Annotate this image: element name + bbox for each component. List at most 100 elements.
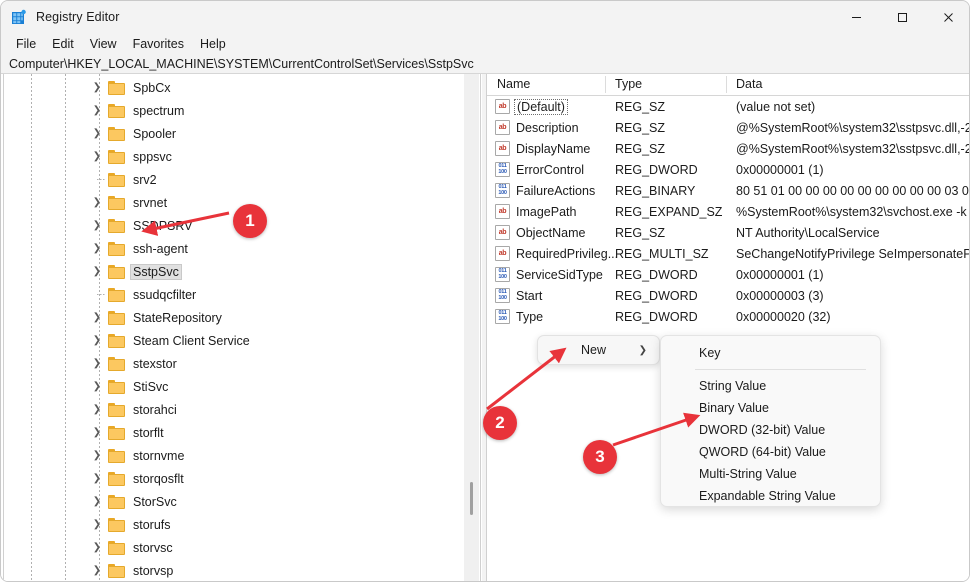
submenu-item[interactable]: Multi-String Value (665, 463, 876, 485)
close-button[interactable] (925, 1, 969, 33)
chevron-right-icon[interactable]: ❯ (90, 219, 104, 233)
registry-value-row[interactable]: ab ImagePath REG_EXPAND_SZ %SystemRoot%\sys… (487, 201, 969, 222)
chevron-right-icon[interactable]: ❯ (90, 81, 104, 95)
chevron-right-icon[interactable]: ❯ (90, 196, 104, 210)
value-type: REG_BINARY (615, 183, 696, 198)
chevron-right-icon[interactable]: ❯ (90, 518, 104, 532)
submenu-item[interactable]: Expandable String Value (665, 485, 876, 507)
registry-value-row[interactable]: ab ObjectName REG_SZ NT Authority\LocalServ… (487, 222, 969, 243)
registry-value-row[interactable]: ab RequiredPrivileg... REG_MULTI_SZ SeChang… (487, 243, 969, 264)
address-bar[interactable]: Computer\HKEY_LOCAL_MACHINE\SYSTEM\Curre… (1, 55, 969, 74)
tree-node[interactable]: ❯ StorSvc (4, 490, 480, 513)
context-menu-new[interactable]: New ❯ (537, 335, 660, 365)
value-name: ErrorControl (516, 162, 585, 177)
chevron-right-icon[interactable]: ❯ (90, 357, 104, 371)
tree-node[interactable]: ❯ Spooler (4, 122, 480, 145)
value-type: REG_SZ (615, 120, 666, 135)
column-header-name[interactable]: Name (497, 77, 530, 91)
tree-node-label: Spooler (133, 126, 177, 141)
chevron-right-icon[interactable]: ❯ (90, 127, 104, 141)
registry-value-row[interactable]: ab (Default) REG_SZ (value not set) (487, 96, 969, 117)
column-header-type[interactable]: Type (615, 77, 642, 91)
tree-scrollbar-thumb[interactable] (470, 482, 473, 515)
chevron-right-icon[interactable]: ❯ (90, 311, 104, 325)
registry-value-row[interactable]: 011 100 FailureActions REG_BINARY 80 51 01 0… (487, 180, 969, 201)
tree-node-label: StiSvc (133, 379, 169, 394)
registry-value-row[interactable]: 011 100 ServiceSidType REG_DWORD 0x00000001 … (487, 264, 969, 285)
tree-node[interactable]: ❯ SSDPSRV (4, 214, 480, 237)
menu-view[interactable]: View (82, 35, 125, 53)
value-type: REG_DWORD (615, 288, 698, 303)
chevron-right-icon[interactable]: ❯ (90, 495, 104, 509)
chevron-right-icon[interactable]: ❯ (90, 380, 104, 394)
chevron-right-icon[interactable]: ❯ (90, 265, 104, 279)
tree-node[interactable]: ❯ storvsc (4, 536, 480, 559)
value-type: REG_SZ (615, 225, 666, 240)
tree-node[interactable]: ❯ storahci (4, 398, 480, 421)
menu-favorites[interactable]: Favorites (125, 35, 192, 53)
column-header-data[interactable]: Data (736, 77, 762, 91)
string-value-icon: ab (495, 225, 510, 240)
menu-edit[interactable]: Edit (44, 35, 82, 53)
value-data: 0x00000003 (3) (736, 288, 824, 303)
registry-value-row[interactable]: ab Description REG_SZ @%SystemRoot%\system3… (487, 117, 969, 138)
tree-node[interactable]: ❯ spectrum (4, 99, 480, 122)
tree-node[interactable]: ❯ SstpSvc (4, 260, 480, 283)
registry-value-row[interactable]: ab DisplayName REG_SZ @%SystemRoot%\system3… (487, 138, 969, 159)
chevron-right-icon[interactable]: ❯ (90, 472, 104, 486)
value-data: 0x00000020 (32) (736, 309, 831, 324)
chevron-right-icon[interactable]: ❯ (90, 426, 104, 440)
tree-node[interactable]: ❯ StiSvc (4, 375, 480, 398)
tree-node[interactable]: ❯ storflt (4, 421, 480, 444)
callout-badge-2: 2 (483, 406, 517, 440)
folder-icon (108, 310, 125, 325)
submenu-item[interactable]: Binary Value (665, 397, 876, 419)
tree-node[interactable]: ❯ SpbCx (4, 76, 480, 99)
maximize-button[interactable] (879, 1, 925, 33)
folder-icon (108, 425, 125, 440)
submenu-item[interactable]: DWORD (32-bit) Value (665, 419, 876, 441)
submenu-item[interactable]: QWORD (64-bit) Value (665, 441, 876, 463)
callout-badge-3: 3 (583, 440, 617, 474)
tree-node-label: storufs (133, 517, 171, 532)
chevron-right-icon[interactable]: ❯ (90, 334, 104, 348)
submenu-item[interactable]: Key (665, 342, 876, 364)
registry-editor-window: Registry Editor File Edit View Favorites… (0, 0, 970, 582)
chevron-right-icon[interactable]: ❯ (90, 449, 104, 463)
tree-node[interactable]: ❯ srvnet (4, 191, 480, 214)
tree-node[interactable]: srv2 (4, 168, 480, 191)
column-divider-type-data[interactable] (726, 76, 727, 93)
chevron-right-icon[interactable]: ❯ (90, 403, 104, 417)
registry-value-row[interactable]: 011 100 Type REG_DWORD 0x00000020 (32) (487, 306, 969, 327)
tree-node-label: srv2 (133, 172, 157, 187)
tree-node[interactable]: ssudqcfilter (4, 283, 480, 306)
submenu-item[interactable]: String Value (665, 375, 876, 397)
chevron-right-icon[interactable]: ❯ (90, 564, 104, 578)
chevron-right-icon[interactable]: ❯ (90, 150, 104, 164)
registry-value-row[interactable]: 011 100 ErrorControl REG_DWORD 0x00000001 (1… (487, 159, 969, 180)
folder-icon (108, 218, 125, 233)
value-type: REG_DWORD (615, 162, 698, 177)
tree-scrollbar[interactable] (464, 74, 479, 581)
tree-node[interactable]: ❯ storufs (4, 513, 480, 536)
tree-node[interactable]: ❯ sppsvc (4, 145, 480, 168)
tree-node[interactable]: ❯ stornvme (4, 444, 480, 467)
value-name: ImagePath (516, 204, 577, 219)
menu-file[interactable]: File (8, 35, 44, 53)
tree-node[interactable]: ❯ ssh-agent (4, 237, 480, 260)
tree-node[interactable]: ❯ StateRepository (4, 306, 480, 329)
tree-node-label: storflt (133, 425, 164, 440)
minimize-button[interactable] (833, 1, 879, 33)
tree-node[interactable]: ❯ storqosflt (4, 467, 480, 490)
tree-node[interactable]: ❯ storvsp (4, 559, 480, 581)
value-data: 80 51 01 00 00 00 00 00 00 00 00 00 03 0… (736, 183, 969, 198)
column-divider-name-type[interactable] (605, 76, 606, 93)
chevron-right-icon[interactable]: ❯ (90, 104, 104, 118)
tree-node[interactable]: ❯ Steam Client Service (4, 329, 480, 352)
registry-value-row[interactable]: 011 100 Start REG_DWORD 0x00000003 (3) (487, 285, 969, 306)
tree-node[interactable]: ❯ stexstor (4, 352, 480, 375)
value-data: 0x00000001 (1) (736, 267, 824, 282)
chevron-right-icon[interactable]: ❯ (90, 541, 104, 555)
chevron-right-icon[interactable]: ❯ (90, 242, 104, 256)
menu-help[interactable]: Help (192, 35, 234, 53)
